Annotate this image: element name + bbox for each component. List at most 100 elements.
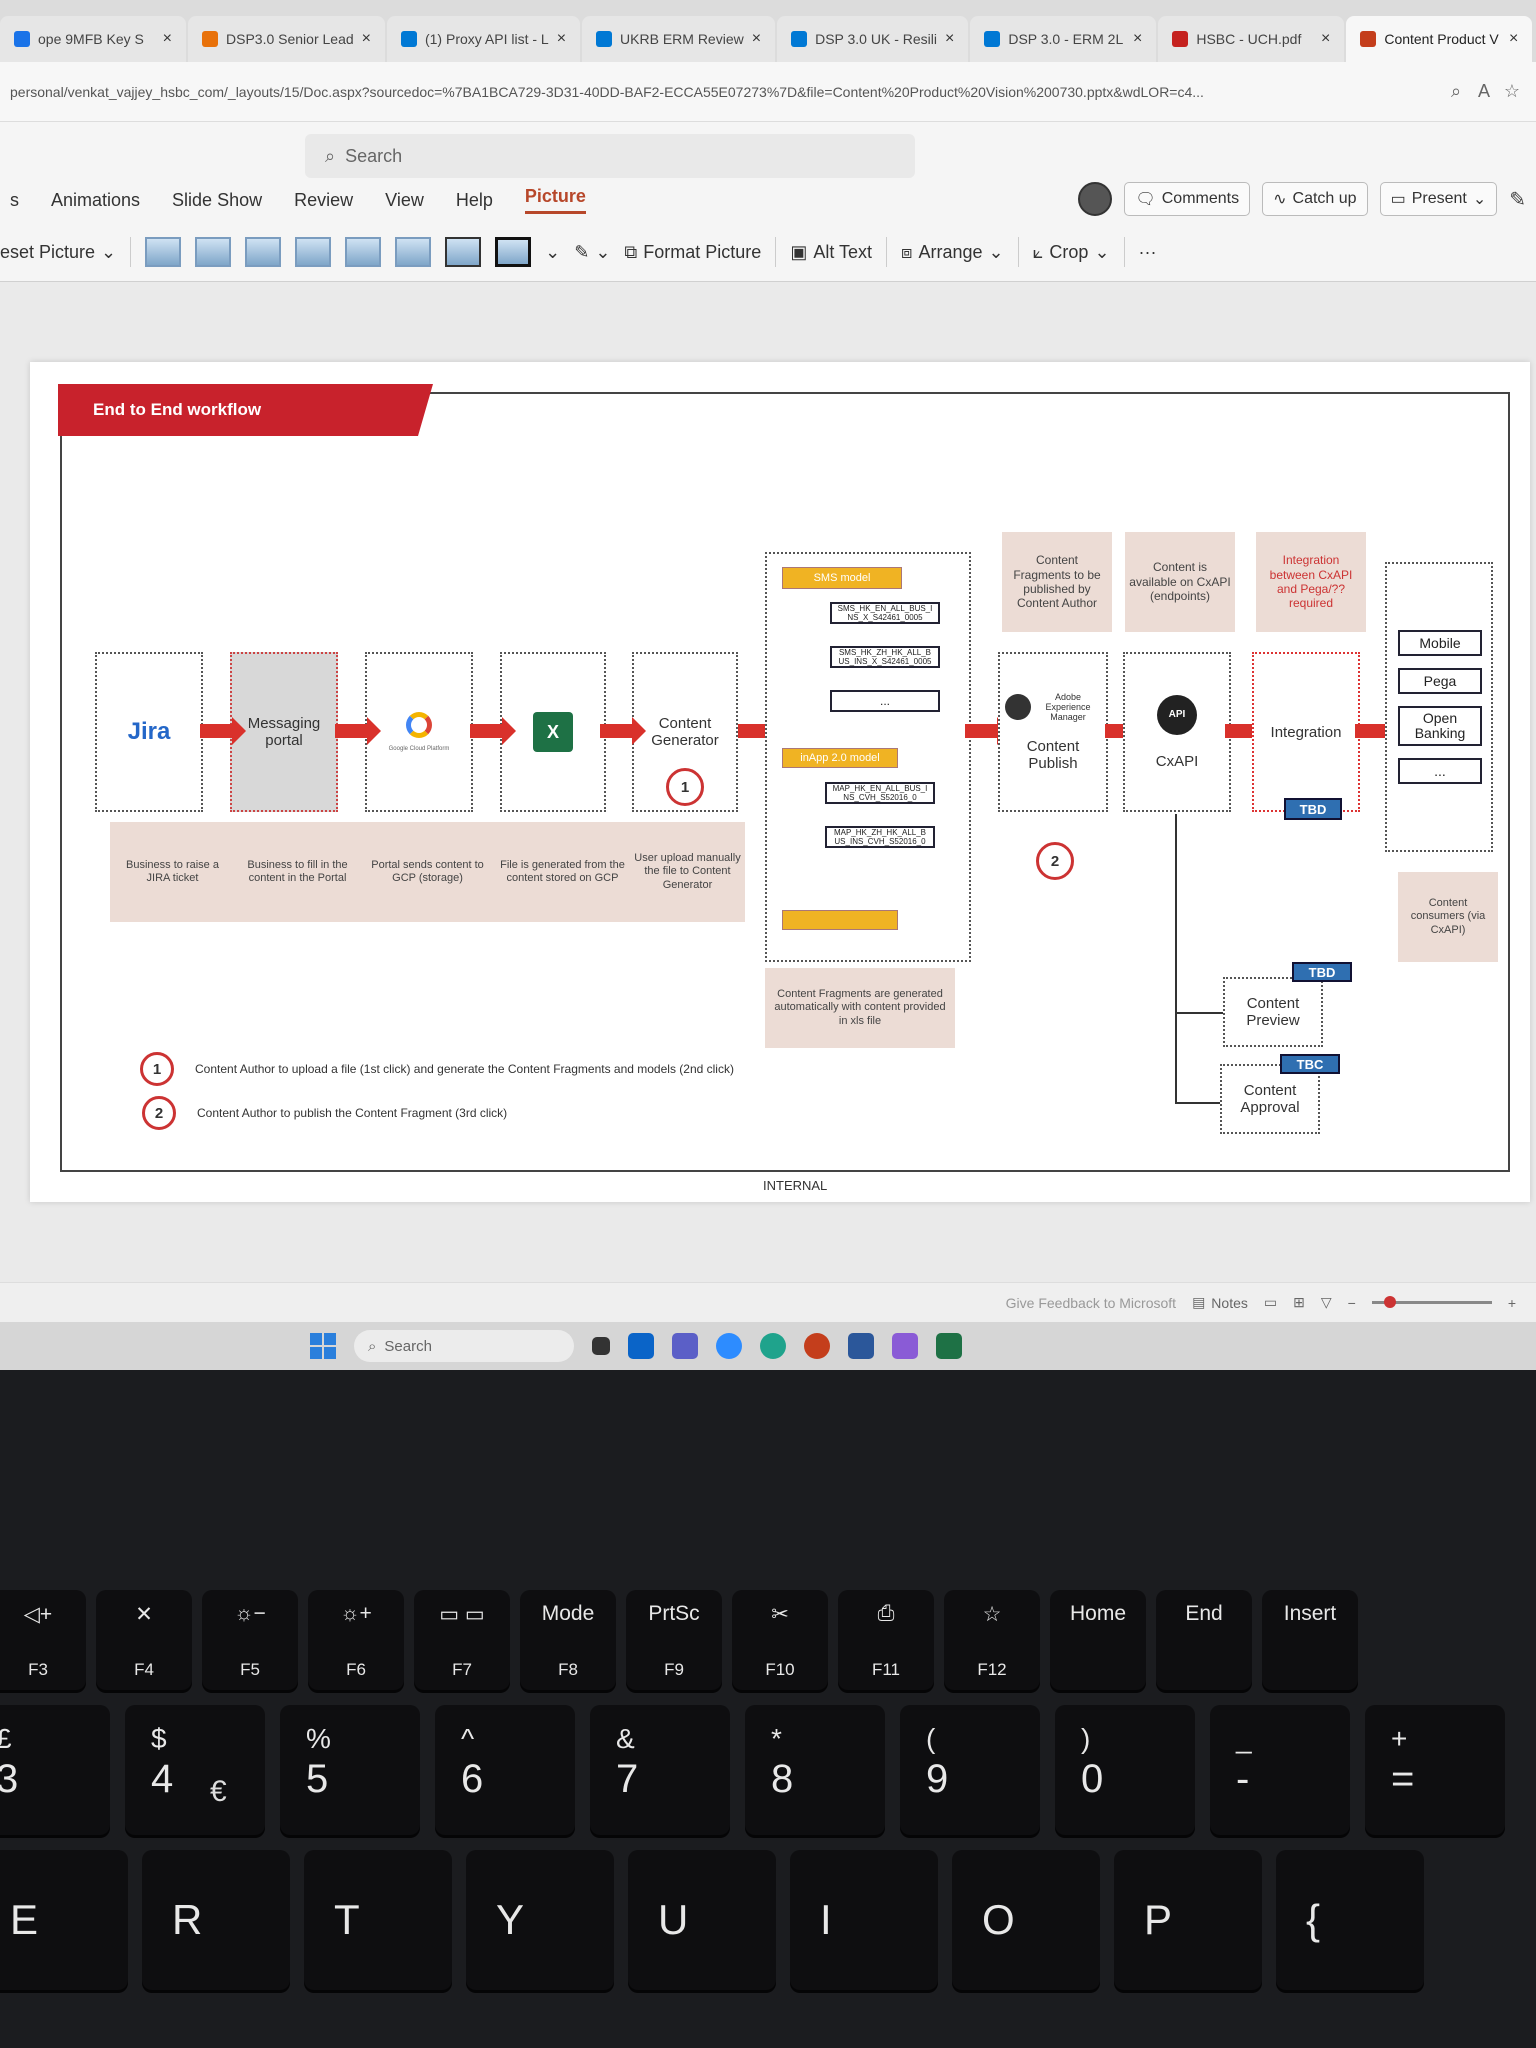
tab-s[interactable]: s [10, 190, 19, 211]
zoom-in-icon[interactable]: + [1508, 1295, 1516, 1311]
zoom-app-icon[interactable] [716, 1333, 742, 1359]
picture-style-5[interactable] [345, 237, 382, 267]
letter-key[interactable]: Y [466, 1850, 614, 1990]
function-key[interactable]: ☼+ F6 [308, 1590, 404, 1690]
zoom-out-icon[interactable]: − [1348, 1295, 1356, 1311]
tab-close-icon[interactable]: × [1133, 30, 1142, 48]
picture-style-7[interactable] [445, 237, 482, 267]
menu-tab-picture[interactable]: Picture [524, 186, 586, 214]
url-text[interactable]: personal/venkat_vajjey_hsbc_com/_layouts… [10, 84, 1442, 100]
more-options-button[interactable]: ··· [1139, 242, 1157, 263]
edge-icon[interactable] [760, 1333, 786, 1359]
teams-icon[interactable] [672, 1333, 698, 1359]
address-bar[interactable]: personal/venkat_vajjey_hsbc_com/_layouts… [0, 62, 1536, 122]
picture-style-1[interactable] [145, 237, 182, 267]
menu-tab-slide-show[interactable]: Slide Show [172, 190, 262, 211]
slide-sorter-icon[interactable]: ⊞ [1293, 1294, 1305, 1311]
tab-close-icon[interactable]: × [1509, 30, 1518, 48]
number-key[interactable]: $4 [125, 1705, 265, 1835]
menu-tab-view[interactable]: View [385, 190, 424, 211]
present-button[interactable]: ▭ Present ⌄ [1379, 182, 1498, 216]
normal-view-icon[interactable]: ▭ [1264, 1294, 1277, 1311]
letter-key[interactable]: U [628, 1850, 776, 1990]
letter-key[interactable]: R [142, 1850, 290, 1990]
picture-style-6[interactable] [395, 237, 432, 267]
catch-up-button[interactable]: ∿ Catch up [1262, 182, 1368, 216]
number-key[interactable]: * 8 [745, 1705, 885, 1835]
alt-text-button[interactable]: ▣ Alt Text [790, 242, 872, 263]
browser-tab[interactable]: Content Product V × [1346, 16, 1533, 62]
zoom-slider[interactable] [1371, 1296, 1492, 1308]
browser-tab[interactable]: DSP3.0 Senior Lead × [188, 16, 385, 62]
letter-key[interactable]: { [1276, 1850, 1424, 1990]
function-key[interactable]: ✕ F4 [96, 1590, 192, 1690]
letter-key[interactable]: T [304, 1850, 452, 1990]
word-icon[interactable] [848, 1333, 874, 1359]
zoom-slider-thumb[interactable] [1383, 1296, 1396, 1308]
feedback-link[interactable]: Give Feedback to Microsoft [1006, 1295, 1176, 1311]
function-key[interactable]: ◁+ F3 [0, 1590, 86, 1690]
powerpoint-icon[interactable] [804, 1333, 830, 1359]
reset-picture-button[interactable]: eset Picture ⌄ [0, 242, 116, 263]
picture-style-2[interactable] [195, 237, 232, 267]
ribbon-search[interactable]: ⌕ Search [305, 134, 915, 178]
function-key[interactable]: Mode F8 [520, 1590, 616, 1690]
presenter-icon[interactable]: ▽ [1321, 1294, 1332, 1311]
outlook-icon[interactable] [628, 1333, 654, 1359]
avatar[interactable] [1078, 182, 1113, 216]
letter-key[interactable]: O [952, 1850, 1100, 1990]
function-key[interactable]: ✂ F10 [732, 1590, 828, 1690]
tab-close-icon[interactable]: × [1321, 30, 1330, 48]
tab-close-icon[interactable]: × [557, 30, 566, 48]
snipping-tool-icon[interactable] [892, 1333, 918, 1359]
picture-style-8[interactable] [495, 237, 532, 267]
menu-tab-help[interactable]: Help [456, 190, 493, 211]
styles-more-icon[interactable]: ⌄ [545, 242, 560, 263]
number-key[interactable]: (9 [900, 1705, 1040, 1835]
number-key[interactable]: _ - [1210, 1705, 1350, 1835]
picture-style-3[interactable] [245, 237, 282, 267]
read-aloud-icon[interactable]: A [1470, 81, 1498, 102]
letter-key[interactable]: I [790, 1850, 938, 1990]
number-key[interactable]: + = [1365, 1705, 1505, 1835]
picture-border-button[interactable]: ✎ ⌄ [574, 242, 610, 263]
menu-tab-review[interactable]: Review [294, 190, 353, 211]
tab-close-icon[interactable]: × [752, 30, 761, 48]
slide[interactable]: End to End workflow Jira Messaging porta… [30, 362, 1530, 1202]
taskbar-search[interactable]: ⌕ Search [354, 1330, 574, 1362]
zoom-icon[interactable]: ⌕ [1442, 81, 1470, 102]
windows-start-icon[interactable] [310, 1333, 336, 1359]
letter-key[interactable]: P [1114, 1850, 1262, 1990]
tab-close-icon[interactable]: × [362, 30, 371, 48]
function-key[interactable]: End [1156, 1590, 1252, 1690]
crop-button[interactable]: ⟀ Crop ⌄ [1033, 242, 1110, 263]
task-view-icon[interactable] [592, 1337, 610, 1355]
arrange-button[interactable]: ⧈ Arrange ⌄ [901, 242, 1004, 263]
number-key[interactable]: ) 0 [1055, 1705, 1195, 1835]
browser-tab[interactable]: (1) Proxy API list - L × [386, 16, 581, 62]
function-key[interactable]: Home [1050, 1590, 1146, 1690]
browser-tab[interactable]: DSP 3.0 UK - Resili × [777, 16, 969, 62]
function-key[interactable]: Insert [1262, 1590, 1358, 1690]
function-key[interactable]: ▭ ▭ F7 [414, 1590, 510, 1690]
browser-tab[interactable]: UKRB ERM Review × [582, 16, 776, 62]
browser-tab[interactable]: HSBC - UCH.pdf × [1158, 16, 1345, 62]
tab-close-icon[interactable]: × [945, 30, 954, 48]
notes-button[interactable]: ▤ Notes [1192, 1294, 1248, 1311]
favorite-star-icon[interactable]: ☆ [1498, 81, 1526, 102]
letter-key[interactable]: E [0, 1850, 128, 1990]
edit-pencil-icon[interactable]: ✎ [1509, 187, 1526, 212]
number-key[interactable]: % 5 [280, 1705, 420, 1835]
format-picture-button[interactable]: ⧉ Format Picture [624, 242, 761, 263]
number-key[interactable]: £3 [0, 1705, 110, 1835]
comments-button[interactable]: 🗨 Comments [1124, 182, 1251, 216]
function-key[interactable]: ☼− F5 [202, 1590, 298, 1690]
picture-style-4[interactable] [295, 237, 332, 267]
number-key[interactable]: ^ 6 [435, 1705, 575, 1835]
menu-tab-animations[interactable]: Animations [51, 190, 140, 211]
excel-app-icon[interactable] [936, 1333, 962, 1359]
number-key[interactable]: & 7 [590, 1705, 730, 1835]
function-key[interactable]: ☆ F12 [944, 1590, 1040, 1690]
function-key[interactable]: PrtSc F9 [626, 1590, 722, 1690]
browser-tab[interactable]: DSP 3.0 - ERM 2L × [970, 16, 1157, 62]
